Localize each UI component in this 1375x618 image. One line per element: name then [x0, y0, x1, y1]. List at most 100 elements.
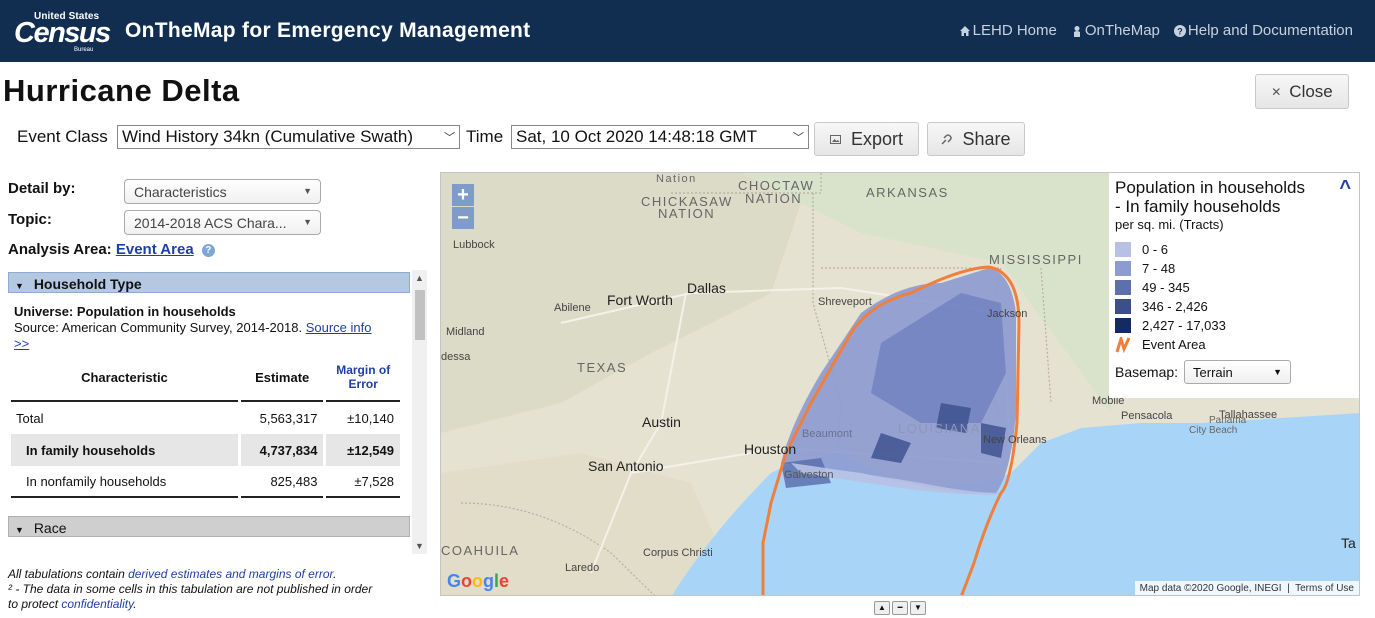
footnote-text: . — [333, 567, 337, 581]
row-moe: ±7,528 — [326, 466, 400, 498]
basemap-value: Terrain — [1193, 365, 1233, 380]
map-label-louisiana: LOUISIANA — [898, 421, 981, 436]
collapse-legend-icon[interactable]: ^ — [1339, 177, 1351, 200]
legend-swatch — [1115, 261, 1131, 276]
event-area-swatch-icon — [1115, 336, 1131, 353]
map-label: Midland — [446, 326, 485, 338]
map-reset-size-button[interactable]: ━ — [892, 601, 908, 615]
map-label: Nation — [656, 173, 697, 185]
google-logo-letter: o — [461, 571, 473, 591]
row-moe: ±12,549 — [326, 434, 400, 466]
map-label-coahuila: COAHUILA — [441, 543, 520, 558]
terms-of-use-link[interactable]: Terms of Use — [1295, 583, 1354, 594]
map-label: Austin — [642, 414, 681, 430]
row-label: In nonfamily households — [11, 466, 238, 498]
row-label: Total — [16, 410, 44, 426]
event-class-select[interactable]: Wind History 34kn (Cumulative Swath) ﹀ — [117, 125, 460, 149]
legend-item-event-area: Event Area — [1115, 335, 1355, 354]
zoom-out-button[interactable]: − — [452, 207, 474, 229]
caret-down-icon: ▼ — [15, 281, 24, 291]
export-button[interactable]: Export — [814, 122, 919, 156]
event-class-label: Event Class — [17, 127, 108, 146]
legend-title-line2: - In family households — [1115, 197, 1281, 216]
map-label-mississippi: MISSISSIPPI — [989, 252, 1083, 267]
map-data-text: Map data ©2020 Google, INEGI — [1139, 583, 1282, 594]
map-legend: Population in households - In family hou… — [1109, 173, 1359, 398]
share-button[interactable]: Share — [927, 122, 1025, 156]
column-header-margin-of-error: Margin of Error — [326, 354, 400, 402]
detail-by-dropdown[interactable]: Characteristics ▼ — [124, 179, 321, 204]
nav-lehd-home[interactable]: LEHD Home — [959, 22, 1057, 39]
legend-item: 2,427 - 17,033 — [1115, 316, 1355, 335]
topic-dropdown[interactable]: 2014-2018 ACS Chara... ▼ — [124, 210, 321, 235]
household-type-table: Characteristic Estimate Margin of Error … — [8, 354, 403, 498]
share-button-label: Share — [962, 128, 1011, 149]
time-value: Sat, 10 Oct 2020 14:48:18 GMT — [516, 127, 757, 146]
map-label: New Orleans — [983, 434, 1047, 446]
logo-line2: Census — [14, 17, 111, 49]
zoom-in-button[interactable]: + — [452, 184, 474, 206]
caret-down-icon: ▼ — [1273, 367, 1283, 377]
legend-swatch — [1115, 299, 1131, 314]
time-select[interactable]: Sat, 10 Oct 2020 14:48:18 GMT ﹀ — [511, 125, 809, 149]
map-label: Lubbock — [453, 239, 495, 251]
legend-swatch — [1115, 318, 1131, 333]
google-logo: Google — [447, 571, 509, 592]
row-estimate: 825,483 — [240, 466, 324, 498]
map-label: Jackson — [987, 308, 1028, 320]
section-race[interactable]: ▼ Race — [8, 516, 410, 537]
legend-classes: 0 - 6 7 - 48 49 - 345 346 - 2,426 2,427 … — [1115, 240, 1355, 354]
map-label: Pensacola — [1121, 410, 1173, 422]
more-link[interactable]: >> — [14, 336, 29, 351]
map-label: Laredo — [565, 562, 600, 574]
row-label: In family households — [11, 434, 238, 466]
map-label: San Antonio — [588, 458, 664, 474]
section-household-type[interactable]: ▼ Household Type — [8, 272, 410, 293]
scroll-down-icon[interactable]: ▼ — [415, 541, 424, 551]
legend-item-label: 346 - 2,426 — [1142, 299, 1208, 314]
footnote-text: to protect — [8, 597, 62, 611]
derived-estimates-link[interactable]: derived estimates and margins of error — [128, 567, 333, 581]
nav-help[interactable]: ? Help and Documentation — [1173, 22, 1353, 39]
map-expand-up-button[interactable]: ▲ — [874, 601, 890, 615]
nav-onthemap-label: OnTheMap — [1084, 22, 1160, 39]
legend-item: 49 - 345 — [1115, 278, 1355, 297]
export-button-label: Export — [850, 128, 904, 149]
section-race-label: Race — [33, 520, 67, 536]
footnote-derived: All tabulations contain derived estimate… — [8, 567, 336, 581]
map-view[interactable]: Nation CHOCTAW NATION CHICKASAW NATION A… — [440, 172, 1360, 596]
help-icon[interactable]: ? — [201, 243, 215, 257]
legend-title-line1: Population in households — [1115, 178, 1305, 197]
topic-label: Topic: — [8, 211, 52, 228]
source-line: Source: American Community Survey, 2014-… — [14, 320, 371, 335]
confidentiality-link[interactable]: confidentiality — [61, 597, 133, 611]
map-label-texas: TEXAS — [577, 360, 628, 375]
time-label: Time — [466, 127, 504, 146]
top-navigation-bar: United States Census Bureau OnTheMap for… — [0, 0, 1375, 62]
census-logo[interactable]: United States Census Bureau — [14, 10, 111, 53]
basemap-dropdown[interactable]: Terrain ▼ — [1184, 360, 1292, 384]
home-icon — [959, 25, 970, 36]
source-text: Source: American Community Survey, 2014-… — [14, 320, 303, 335]
panel-scrollbar[interactable]: ▲ ▼ — [412, 270, 427, 554]
nav-help-label: Help and Documentation — [1187, 22, 1353, 39]
detail-by-label: Detail by: — [8, 180, 76, 197]
legend-item: 346 - 2,426 — [1115, 297, 1355, 316]
app-title: OnTheMap for Emergency Management — [125, 19, 531, 42]
source-info-link[interactable]: Source info — [306, 320, 372, 335]
column-header-characteristic: Characteristic — [11, 354, 238, 402]
chevron-down-icon: ﹀ — [444, 132, 455, 144]
event-area-link[interactable]: Event Area — [116, 241, 194, 258]
legend-item-label: Event Area — [1142, 337, 1206, 352]
legend-item-label: 49 - 345 — [1142, 280, 1190, 295]
map-label: Fort Worth — [607, 292, 673, 308]
results-panel: ▼ Household Type Universe: Population in… — [8, 270, 427, 554]
nav-onthemap[interactable]: OnTheMap — [1071, 22, 1160, 39]
legend-item-label: 0 - 6 — [1142, 242, 1169, 257]
scrollbar-thumb[interactable] — [415, 290, 425, 340]
map-expand-down-button[interactable]: ▼ — [910, 601, 926, 615]
scroll-up-icon[interactable]: ▲ — [415, 273, 424, 283]
close-button[interactable]: ✕ Close — [1255, 74, 1349, 109]
google-logo-letter: e — [499, 571, 510, 591]
google-logo-letter: g — [483, 571, 495, 591]
